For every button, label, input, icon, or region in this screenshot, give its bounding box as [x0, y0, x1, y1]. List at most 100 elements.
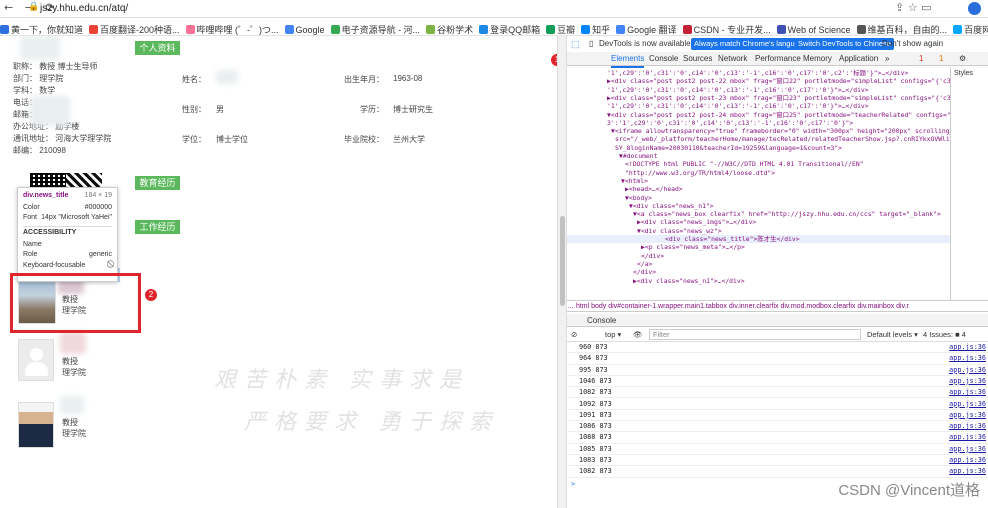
motto-line: 严格要求 勇于探索	[244, 410, 499, 435]
inspect-element-icon[interactable]: ⬚	[571, 36, 580, 52]
school-label: 毕业院校：	[344, 135, 384, 144]
console-source-link[interactable]: app.js:36	[949, 365, 986, 376]
console-source-link[interactable]: app.js:36	[949, 410, 986, 421]
profile-avatar[interactable]	[968, 2, 981, 15]
dom-node-line[interactable]: ▼<body>	[625, 194, 652, 202]
bookmark-item[interactable]: 谷粉学术	[426, 21, 473, 35]
bookmark-item[interactable]: 豆瓣	[546, 21, 575, 35]
console-log-line: 964 873 app.js:36	[567, 353, 988, 365]
bookmark-item[interactable]: Google	[284, 21, 325, 35]
context-selector[interactable]: top ▾	[605, 327, 621, 342]
dont-show-button[interactable]: Don't show again	[882, 36, 943, 52]
dom-node-line[interactable]: 3':'1',c29':'0',c31':'0',c14':'0',c13':'…	[607, 119, 853, 127]
dom-node-line[interactable]: </div>	[641, 252, 664, 260]
tab-memory[interactable]: Memory	[803, 52, 832, 66]
page-scrollbar[interactable]	[557, 36, 567, 508]
tab-elements[interactable]: Elements	[611, 52, 645, 68]
url-input[interactable]: jszy.hhu.edu.cn/atq/	[40, 3, 128, 14]
bookmark-item[interactable]: Google 翻译	[616, 21, 677, 35]
dom-node-line[interactable]: ▶<div class="news_imgs">…</div>	[637, 218, 756, 226]
console-log-line: 1085 873 app.js:36	[567, 444, 988, 455]
warning-count[interactable]: 1	[939, 52, 943, 66]
bookmark-favicon-icon	[0, 25, 9, 34]
settings-icon[interactable]: ⚙	[959, 52, 966, 66]
dom-node-line[interactable]: ▶<div class="post post2 post-22 mbox" fr…	[607, 77, 950, 85]
dom-node-line[interactable]: ▼<div class="post post2 post-24 mbox" fr…	[607, 111, 950, 119]
bookmark-item[interactable]: 百度翻译-200种语...	[89, 21, 180, 35]
console-log-line: 1083 873 app.js:36	[567, 455, 988, 467]
dom-breadcrumb[interactable]: … html body div#container-1.wrapper.main…	[567, 300, 988, 312]
dom-node-line[interactable]: '1',c29':'0',c31':'0',c14':'0',c13':'-1'…	[607, 86, 869, 94]
teacher-photo[interactable]	[18, 402, 54, 448]
dom-node-line[interactable]: ▼#document	[619, 152, 657, 160]
switch-chinese-button[interactable]: Switch DevTools to Chinese	[795, 38, 894, 50]
device-toolbar-icon[interactable]: ▯	[589, 36, 593, 52]
dom-node-line[interactable]: </a>	[637, 260, 652, 268]
error-count[interactable]: 1	[919, 52, 923, 66]
tab-sources[interactable]: Sources	[683, 52, 712, 66]
log-levels-dropdown[interactable]: Default levels ▾	[867, 327, 918, 342]
dom-node-line[interactable]: '1',c29':'0',c31':'0',c14':'0',c13':'-1'…	[607, 102, 869, 110]
dom-node-line[interactable]: SY_8loginName=20030110&teacherId=19259&l…	[615, 144, 842, 152]
console-source-link[interactable]: app.js:36	[949, 342, 986, 353]
dom-node-line[interactable]: ▼<a class="news_box clearfix" href="http…	[633, 210, 941, 218]
bookmark-item[interactable]: 知乎	[581, 21, 610, 35]
tab-console[interactable]: Console	[649, 52, 678, 66]
dom-node-line[interactable]: src="/_web/_platform/teacherHome/manage/…	[615, 135, 950, 143]
dom-node-line[interactable]: ▼<iframe allowtransparency="true" frameb…	[611, 127, 950, 135]
section-work[interactable]: 工作经历	[135, 220, 180, 234]
profile-line: 邮编： 210098	[13, 146, 66, 155]
not-allowed-icon: ⃠	[23, 261, 112, 269]
console-filter-input[interactable]: Filter	[649, 329, 861, 340]
console-source-link[interactable]: app.js:36	[949, 421, 986, 432]
eye-icon[interactable]: 👁	[633, 327, 643, 342]
tab-performance[interactable]: Performance	[755, 52, 801, 66]
teacher-photo-placeholder[interactable]	[18, 339, 54, 381]
dom-node-line[interactable]: <div class="news_title">陈才生</div>	[567, 235, 950, 244]
elements-tree[interactable]: '1',c29':'0',c31':'0',c14':'0',c13':'-1'…	[567, 67, 950, 300]
match-language-button[interactable]: Always match Chrome's language	[691, 38, 811, 50]
dom-node-line[interactable]: ▶<head>…</head>	[625, 185, 683, 193]
bookmark-item[interactable]: 百度网盘-全部文件	[953, 21, 988, 35]
styles-pane[interactable]: Styles	[950, 67, 988, 300]
console-source-link[interactable]: app.js:36	[949, 455, 986, 466]
dom-node-line[interactable]: <!DOCTYPE html PUBLIC "-//W3C//DTD HTML …	[625, 160, 864, 168]
dom-node-line[interactable]: </div>	[633, 268, 656, 276]
dom-node-line[interactable]: ▼<div class="news_n1">	[629, 202, 714, 210]
section-education[interactable]: 教育经历	[135, 176, 180, 190]
tooltip-accessibility-heading: ACCESSIBILITY	[23, 229, 77, 236]
styles-tab[interactable]: Styles	[954, 70, 973, 77]
bookmark-item[interactable]: CSDN - 专业开发...	[682, 21, 771, 35]
console-source-link[interactable]: app.js:36	[949, 466, 986, 477]
dom-node-line[interactable]: "http://www.w3.org/TR/html4/loose.dtd">	[625, 169, 775, 177]
clear-console-icon[interactable]: ⊘	[571, 327, 577, 342]
console-source-link[interactable]: app.js:36	[949, 399, 986, 410]
bookmark-item[interactable]: 电子资源导航 - 河...	[330, 21, 420, 35]
dom-node-line[interactable]: ▼<html>	[621, 177, 648, 185]
bookmark-item[interactable]: Web of Science	[776, 21, 851, 35]
bookmark-item[interactable]: 哔哩哔哩 (゜-゜)つ...	[185, 21, 279, 35]
dom-node-line[interactable]: ▶<div class="post post2 post-23 mbox" fr…	[607, 94, 950, 102]
tab-more[interactable]: »	[885, 52, 889, 66]
console-source-link[interactable]: app.js:36	[949, 387, 986, 398]
bookmark-item[interactable]: 登录QQ邮箱	[479, 21, 540, 35]
lock-icon[interactable]: 🔒	[28, 2, 39, 12]
console-source-link[interactable]: app.js:36	[949, 376, 986, 387]
console-log-value: 995 873	[579, 365, 608, 374]
bookmark-item[interactable]: 维基百科，自由的...	[856, 21, 947, 35]
tab-application[interactable]: Application	[839, 52, 878, 66]
tab-network[interactable]: Network	[718, 52, 747, 66]
browser-actions[interactable]: ⇪ ☆ ▭	[895, 1, 931, 14]
section-personal-info[interactable]: 个人资料	[135, 41, 180, 55]
console-source-link[interactable]: app.js:36	[949, 353, 986, 364]
console-source-link[interactable]: app.js:36	[949, 432, 986, 443]
console-prompt[interactable]: >	[571, 480, 575, 488]
console-source-link[interactable]: app.js:36	[949, 444, 986, 455]
scrollbar-thumb[interactable]	[560, 216, 565, 306]
dom-node-line[interactable]: ▼<div class="news_wz">	[637, 227, 722, 235]
avatar-icon	[25, 362, 48, 376]
dom-node-line[interactable]: ▶<div class="news_n1">…</div>	[633, 277, 745, 285]
bookmark-item[interactable]: 黄一下，你就知道	[0, 21, 83, 35]
dom-node-line[interactable]: ▶<p class="news_meta">…</p>	[641, 243, 745, 251]
issues-button[interactable]: 4 Issues: ■ 4	[923, 327, 966, 342]
